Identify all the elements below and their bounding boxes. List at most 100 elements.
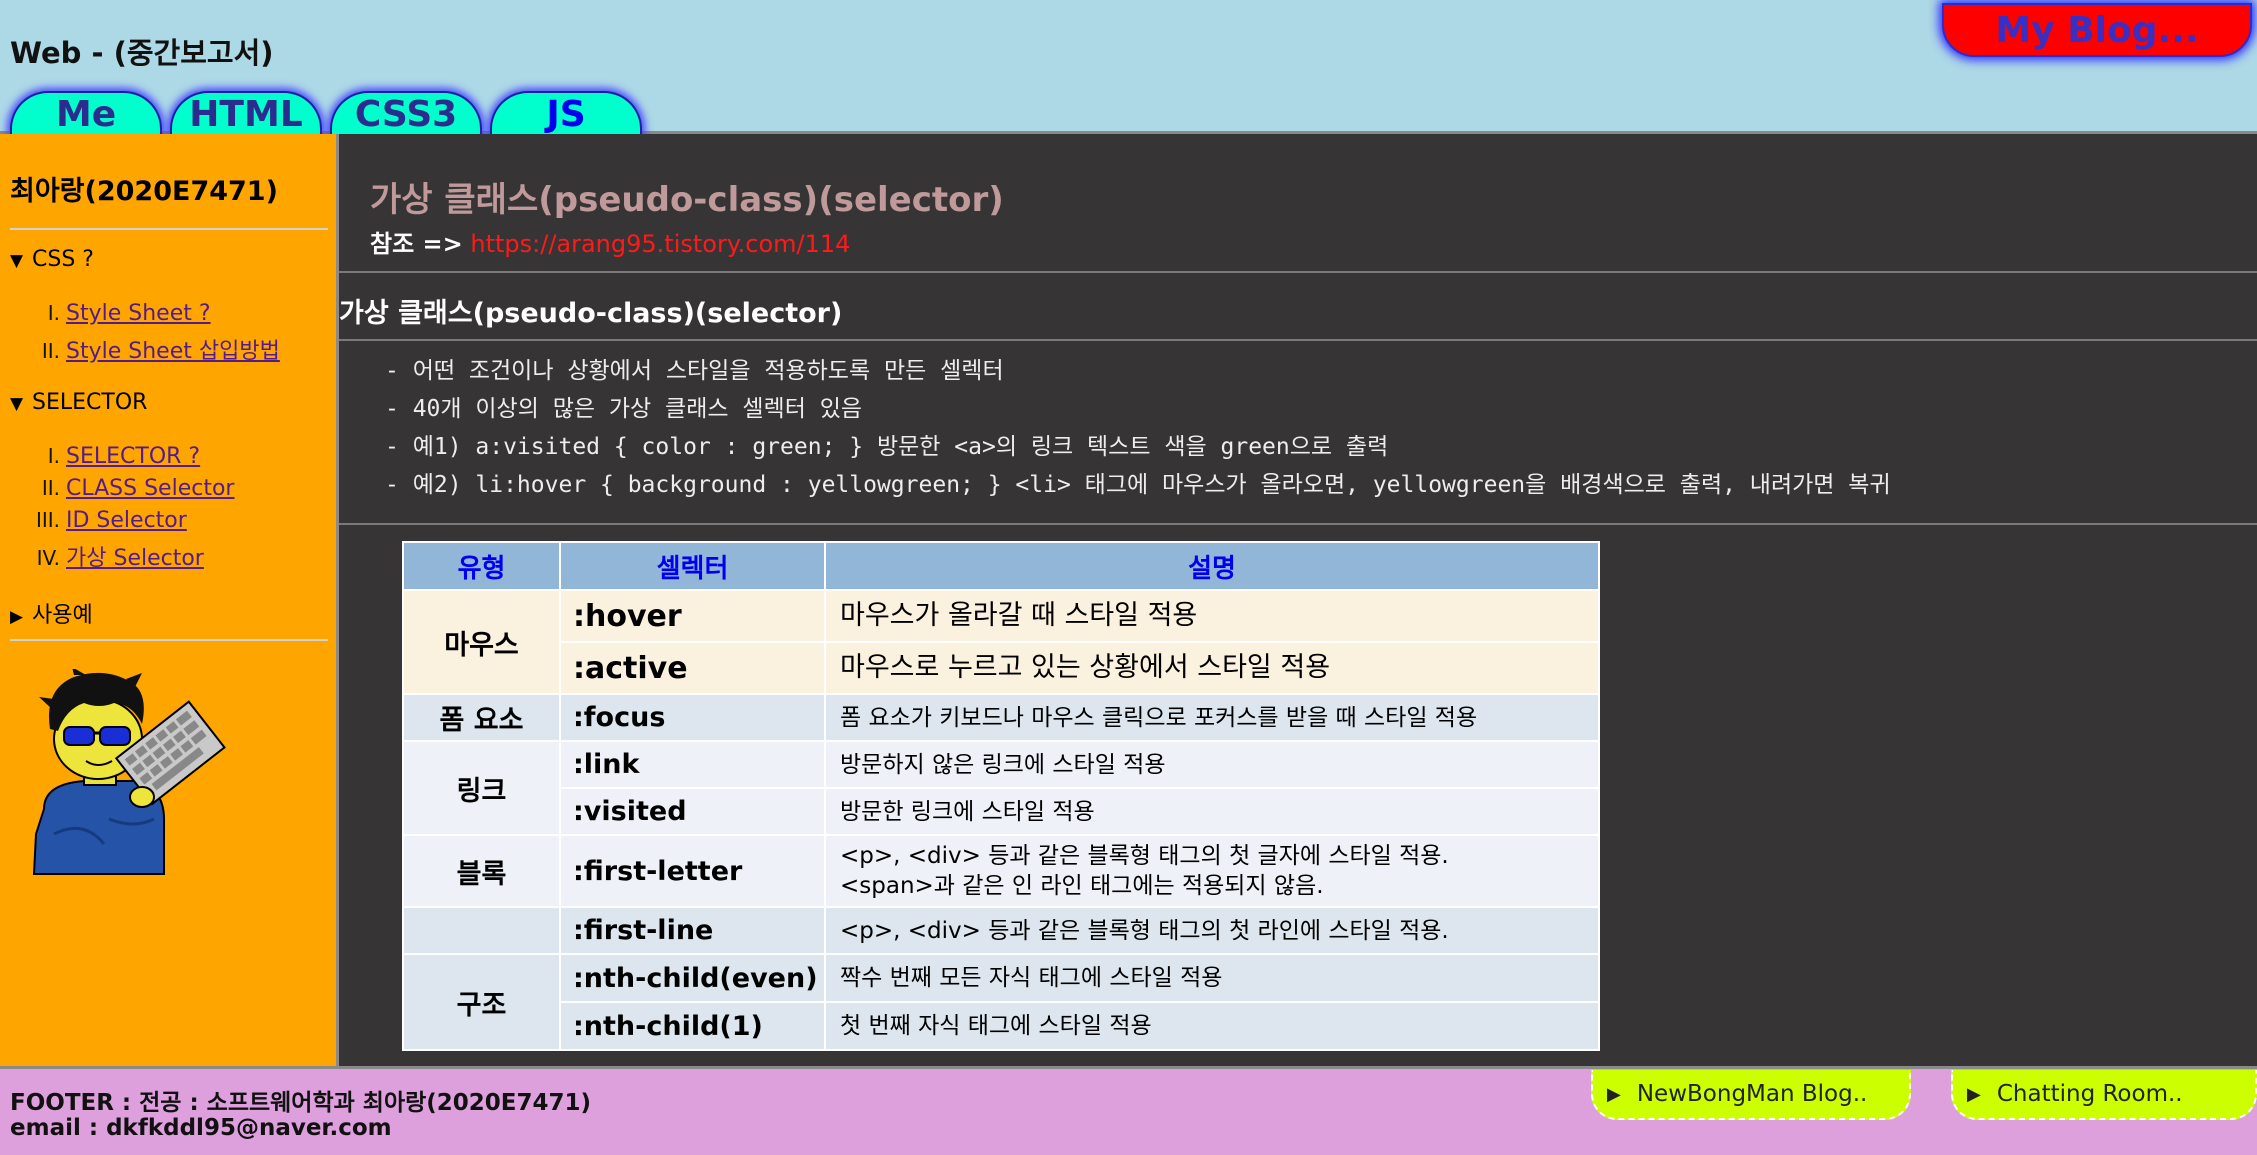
- table-header-row: 유형 셀렉터 설명: [402, 541, 1600, 591]
- sidebar: 최아랑(2020E7471) ▼ CSS ? I. Style Sheet ? II…: [0, 134, 339, 1066]
- sidebar-item-number: IV.: [36, 546, 60, 570]
- section-heading: 가상 클래스(pseudo-class)(selector): [339, 298, 843, 329]
- sidebar-item-style-sheet[interactable]: I. Style Sheet ?: [0, 301, 211, 326]
- description-cell: 방문한 링크에 스타일 적용: [824, 787, 1600, 836]
- sidebar-group-examples[interactable]: ▶ 사용예: [10, 597, 93, 629]
- triangle-down-icon: ▼: [10, 394, 24, 414]
- column-header-type: 유형: [402, 541, 561, 591]
- sidebar-item-link[interactable]: ID Selector: [66, 508, 187, 533]
- sidebar-divider: [10, 639, 328, 641]
- sidebar-divider: [10, 228, 328, 230]
- sidebar-group-selector[interactable]: ▼ SELECTOR: [10, 390, 147, 415]
- mascot-image: [32, 669, 226, 876]
- selector-cell: :nth-child(1): [559, 1001, 826, 1051]
- sidebar-item-number: III.: [35, 508, 60, 532]
- page-title: 가상 클래스(pseudo-class)(selector): [370, 180, 1004, 220]
- reference-link[interactable]: https://arang95.tistory.com/114: [470, 230, 850, 258]
- table-row: :first-line <p>, <div> 등과 같은 블록형 태그의 첫 라…: [402, 906, 1600, 955]
- description-cell: 폼 요소가 키보드나 마우스 클릭으로 포커스를 받을 때 스타일 적용: [824, 693, 1600, 742]
- reference-line: 참조 => https://arang95.tistory.com/114: [370, 224, 850, 259]
- description-cell: 마우스로 누르고 있는 상황에서 스타일 적용: [824, 641, 1600, 695]
- tab-me[interactable]: Me: [10, 91, 162, 135]
- column-header-selector: 셀렉터: [559, 541, 826, 591]
- description-line: - 예2) li:hover { background : yellowgree…: [385, 472, 1891, 498]
- description-cell: <p>, <div> 등과 같은 블록형 태그의 첫 글자에 스타일 적용. <…: [824, 834, 1600, 908]
- sidebar-item-id-selector[interactable]: III. ID Selector: [0, 508, 187, 533]
- type-cell: 링크: [402, 740, 561, 836]
- main-content: 가상 클래스(pseudo-class)(selector) 참조 => htt…: [339, 134, 2257, 1066]
- description-cell: 짝수 번째 모든 자식 태그에 스타일 적용: [824, 953, 1600, 1003]
- sidebar-item-link[interactable]: SELECTOR ?: [66, 444, 200, 469]
- header: Web - (중간보고서) My Blog... Me HTML CSS3 JS: [0, 0, 2257, 135]
- selector-cell: :first-line: [559, 906, 826, 955]
- sidebar-group-css[interactable]: ▼ CSS ?: [10, 247, 94, 272]
- sidebar-item-number: II.: [41, 476, 60, 500]
- sidebar-item-class-selector[interactable]: II. CLASS Selector: [0, 476, 235, 501]
- play-icon: ▶: [1607, 1083, 1621, 1105]
- table-row: 블록 :first-letter <p>, <div> 등과 같은 블록형 태그…: [402, 834, 1600, 908]
- sidebar-item-link[interactable]: Style Sheet 삽입방법: [66, 339, 280, 364]
- main-divider: [339, 523, 2257, 525]
- description-line: - 예1) a:visited { color : green; } 방문한 <…: [385, 434, 1389, 460]
- sidebar-item-number: II.: [41, 339, 60, 363]
- description-line: <p>, <div> 등과 같은 블록형 태그의 첫 글자에 스타일 적용.: [840, 843, 1449, 869]
- description-cell: 방문하지 않은 링크에 스타일 적용: [824, 740, 1600, 789]
- selector-cell: :nth-child(even): [559, 953, 826, 1003]
- description-line: <span>과 같은 인 라인 태그에는 적용되지 않음.: [840, 873, 1324, 899]
- sidebar-author-name: 최아랑(2020E7471): [10, 176, 278, 207]
- sidebar-item-link[interactable]: Style Sheet ?: [66, 301, 211, 326]
- triangle-right-icon: ▶: [10, 607, 24, 627]
- my-blog-button[interactable]: My Blog...: [1942, 3, 2252, 57]
- description-line: - 40개 이상의 많은 가상 클래스 셀렉터 있음: [385, 396, 863, 422]
- footer: FOOTER : 전공 : 소프트웨어학과 최아랑(2020E7471) ema…: [0, 1066, 2257, 1155]
- type-cell: 폼 요소: [402, 693, 561, 742]
- reference-label: 참조 =>: [370, 230, 463, 258]
- table-row: 링크 :link 방문하지 않은 링크에 스타일 적용: [402, 740, 1600, 836]
- selector-cell: :hover: [559, 589, 826, 643]
- table-row: 폼 요소 :focus 폼 요소가 키보드나 마우스 클릭으로 포커스를 받을 …: [402, 693, 1600, 742]
- triangle-down-icon: ▼: [10, 251, 24, 271]
- pseudo-class-table: 유형 셀렉터 설명 마우스 :hover 마우스가 올라갈 때 스타일 적용 :…: [402, 541, 1600, 1051]
- selector-cell: :first-letter: [559, 834, 826, 908]
- table-row: :nth-child(1) 첫 번째 자식 태그에 스타일 적용: [403, 1001, 1600, 1051]
- sidebar-item-selector[interactable]: I. SELECTOR ?: [0, 444, 200, 469]
- sidebar-group-label: SELECTOR: [32, 390, 148, 415]
- tab-css3[interactable]: CSS3: [330, 91, 482, 135]
- chatting-room-button[interactable]: ▶ Chatting Room..: [1951, 1070, 2257, 1120]
- footer-button-label: NewBongMan Blog..: [1636, 1081, 1868, 1107]
- newbongman-blog-button[interactable]: ▶ NewBongMan Blog..: [1591, 1070, 1911, 1120]
- tab-html[interactable]: HTML: [170, 91, 322, 135]
- sidebar-item-style-sheet-insert[interactable]: II. Style Sheet 삽입방법: [0, 333, 280, 365]
- footer-email: email : dkfkddl95@naver.com: [10, 1115, 392, 1141]
- footer-button-label: Chatting Room..: [1996, 1081, 2183, 1107]
- description-cell: 마우스가 올라갈 때 스타일 적용: [824, 589, 1600, 643]
- description-cell: 첫 번째 자식 태그에 스타일 적용: [824, 1001, 1600, 1051]
- type-cell: 마우스: [402, 589, 561, 695]
- table-row: 마우스 :hover 마우스가 올라갈 때 스타일 적용: [402, 589, 1600, 695]
- selector-cell: :link: [559, 740, 826, 789]
- sidebar-group-label: CSS ?: [32, 247, 94, 272]
- tab-js[interactable]: JS: [490, 91, 642, 135]
- table-row: :visited 방문한 링크에 스타일 적용: [403, 787, 1600, 836]
- sidebar-item-link[interactable]: 가상 Selector: [66, 546, 204, 571]
- selector-cell: :visited: [559, 787, 826, 836]
- sidebar-item-pseudo-selector[interactable]: IV. 가상 Selector: [0, 540, 204, 572]
- table-row: :active 마우스로 누르고 있는 상황에서 스타일 적용: [403, 641, 1600, 695]
- sidebar-item-link[interactable]: CLASS Selector: [66, 476, 234, 501]
- description-cell: <p>, <div> 등과 같은 블록형 태그의 첫 라인에 스타일 적용.: [824, 906, 1600, 955]
- selector-cell: :active: [559, 641, 826, 695]
- column-header-description: 설명: [824, 541, 1600, 591]
- sidebar-item-number: I.: [47, 301, 60, 325]
- type-cell: 블록: [402, 834, 561, 908]
- play-icon: ▶: [1967, 1083, 1981, 1105]
- description-list: - 어떤 조건이나 상황에서 스타일을 적용하도록 만든 셀렉터 - 40개 이…: [385, 352, 2245, 504]
- main-divider: [339, 271, 2257, 273]
- table-row: 구조 :nth-child(even) 짝수 번째 모든 자식 태그에 스타일 …: [402, 953, 1600, 1051]
- sidebar-group-label: 사용예: [32, 603, 93, 628]
- main-divider: [339, 339, 2257, 341]
- type-cell: 구조: [402, 953, 561, 1051]
- footer-info: FOOTER : 전공 : 소프트웨어학과 최아랑(2020E7471): [10, 1090, 592, 1116]
- sidebar-item-number: I.: [47, 444, 60, 468]
- type-cell-empty: [402, 906, 561, 955]
- site-title: Web - (중간보고서): [10, 36, 274, 70]
